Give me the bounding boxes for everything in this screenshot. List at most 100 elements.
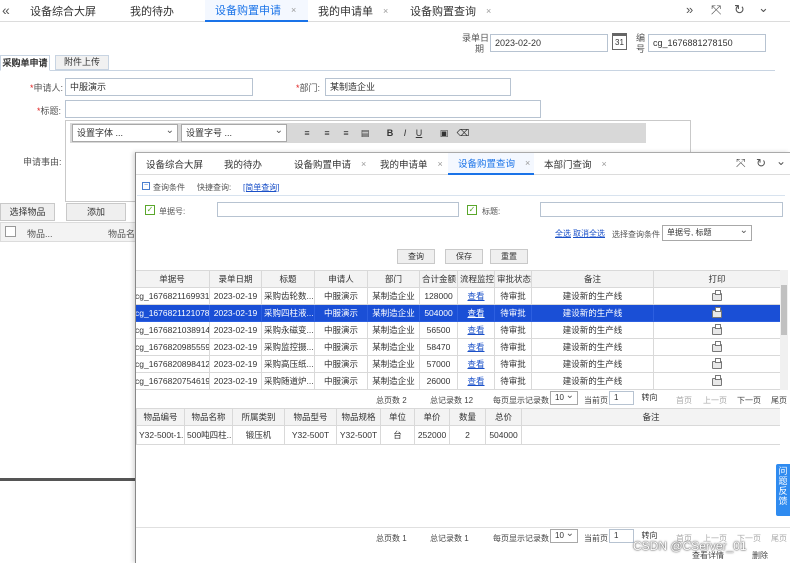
front-tab-my-applications[interactable]: 我的申请单 ×	[370, 153, 448, 175]
back-tab-purchase-apply[interactable]: 设备购置申请 ×	[205, 0, 308, 22]
pager1-prev[interactable]: 上一页	[703, 395, 727, 406]
table-row[interactable]: cg_1676821121078 2023-02-19 采购四柱液... 中服演示 某制…	[136, 304, 780, 322]
expand-icon[interactable]: ⤧	[736, 156, 746, 171]
table-cell[interactable]: 查看	[457, 355, 495, 373]
back-tab-todo[interactable]: 我的待办	[120, 0, 205, 22]
pager2-last[interactable]: 尾页	[771, 533, 787, 544]
deselect-all-link[interactable]: 取消全选	[573, 228, 605, 239]
printer-icon[interactable]	[712, 374, 722, 386]
reset-button[interactable]: 重置	[490, 249, 528, 264]
select-all-link[interactable]: 全选	[555, 228, 571, 239]
print-cell[interactable]	[653, 321, 780, 339]
underline-icon[interactable]: U	[412, 125, 426, 141]
calendar-icon[interactable]: 31	[612, 33, 627, 50]
front-tab-dept-query[interactable]: 本部门查询 ×	[534, 153, 610, 175]
table-cell[interactable]: 查看	[457, 338, 495, 356]
back-tab-purchase-query[interactable]: 设备购置查询 ×	[400, 0, 508, 22]
title-query-input[interactable]	[540, 202, 783, 217]
close-icon[interactable]: ×	[525, 158, 530, 168]
view-flow-link[interactable]: 查看	[467, 342, 484, 352]
close-icon[interactable]: ×	[291, 5, 296, 15]
order-no-input[interactable]	[217, 202, 459, 217]
close-icon[interactable]: ×	[602, 159, 607, 169]
justify-icon[interactable]: ▤	[358, 125, 372, 141]
items-checkbox[interactable]	[5, 226, 16, 237]
view-flow-link[interactable]: 查看	[467, 325, 484, 335]
table-row[interactable]: cg_1676821169931 2023-02-19 采购齿轮数... 中服演示 某制…	[136, 287, 780, 305]
front-tab-dashboard[interactable]: 设备综合大屏	[136, 153, 214, 175]
front-tab-purchase-apply[interactable]: 设备购置申请 ×	[284, 153, 370, 175]
pager1-goto-button[interactable]: 转向	[640, 392, 659, 405]
close-icon[interactable]: ×	[486, 6, 491, 16]
print-cell[interactable]	[653, 304, 780, 322]
front-tab-todo[interactable]: 我的待办	[214, 153, 284, 175]
applicant-input[interactable]: 中服演示	[65, 78, 253, 96]
nav-right-icon[interactable]: »	[686, 2, 693, 17]
pager1-last[interactable]: 尾页	[771, 395, 787, 406]
bold-icon[interactable]: B	[383, 125, 397, 141]
table-cell[interactable]: 查看	[457, 304, 495, 322]
table-row[interactable]: cg_1676821038914 2023-02-19 采购永磁变... 中服演示 某制…	[136, 321, 780, 339]
print-cell[interactable]	[653, 287, 780, 305]
pager1-per-page-select[interactable]: 10	[550, 390, 578, 405]
results-scroll-thumb[interactable]	[781, 285, 787, 335]
subtab-attachments[interactable]: 附件上传	[55, 55, 109, 70]
printer-icon[interactable]	[712, 306, 722, 318]
back-tab-my-applications[interactable]: 我的申请单 ×	[308, 0, 400, 22]
print-cell[interactable]	[653, 355, 780, 373]
back-tab-dashboard[interactable]: 设备综合大屏	[20, 0, 120, 22]
printer-icon[interactable]	[712, 289, 722, 301]
detail-row[interactable]: Y32-500t-1... 500吨四柱... 锻压机 Y32-500T Y32…	[136, 425, 780, 445]
table-row[interactable]: cg_1676820898412 2023-02-19 采购高压纸... 中服演示 某制…	[136, 355, 780, 373]
order-no-checkbox[interactable]: ✓	[145, 205, 155, 215]
align-left-icon[interactable]: ≡	[300, 125, 314, 141]
table-cell[interactable]: 查看	[457, 372, 495, 390]
front-tab-purchase-query[interactable]: 设备购置查询 ×	[448, 153, 534, 175]
table-cell[interactable]: 查看	[457, 287, 495, 305]
query-button[interactable]: 查询	[397, 249, 435, 264]
pager1-first[interactable]: 首页	[676, 395, 692, 406]
code-input[interactable]: cg_1676881278150	[648, 34, 766, 52]
view-flow-link[interactable]: 查看	[467, 308, 484, 318]
expand-icon[interactable]: ⤧	[711, 2, 721, 18]
font-size-select[interactable]: 设置字号 ...	[181, 123, 287, 142]
choose-conditions-select[interactable]: 单据号, 标题	[662, 224, 752, 241]
clear-format-icon[interactable]: ⌫	[456, 125, 470, 141]
font-family-select[interactable]: 设置字体 ...	[72, 123, 178, 142]
simple-query-link[interactable]: [简单查询]	[243, 182, 279, 193]
close-icon[interactable]: ×	[438, 159, 443, 169]
nav-left-icon[interactable]: «	[2, 2, 10, 18]
close-icon[interactable]: ×	[383, 6, 388, 16]
collapse-icon[interactable]: −	[142, 182, 150, 190]
pager2-per-page-select[interactable]: 10	[550, 528, 578, 543]
printer-icon[interactable]	[712, 357, 722, 369]
align-center-icon[interactable]: ≡	[320, 125, 334, 141]
title-checkbox[interactable]: ✓	[467, 205, 477, 215]
delete-button[interactable]: 删除	[752, 550, 768, 561]
view-flow-link[interactable]: 查看	[467, 359, 484, 369]
refresh-icon[interactable]: ↻	[756, 156, 766, 170]
view-flow-link[interactable]: 查看	[467, 376, 484, 386]
date-input[interactable]: 2023-02-20	[490, 34, 608, 52]
add-item-button[interactable]: 添加	[66, 203, 126, 221]
pager1-current-input[interactable]: 1	[609, 391, 634, 405]
chevron-down-icon[interactable]: ⌄	[776, 154, 786, 168]
printer-icon[interactable]	[712, 340, 722, 352]
pager1-next[interactable]: 下一页	[737, 395, 761, 406]
title-input[interactable]	[65, 100, 541, 118]
table-row[interactable]: cg_1676820985559 2023-02-19 采购监控摄... 中服演示 某制…	[136, 338, 780, 356]
italic-icon[interactable]: I	[398, 125, 412, 141]
view-flow-link[interactable]: 查看	[467, 291, 484, 301]
feedback-tab[interactable]: 问题反馈	[776, 464, 790, 516]
color-icon[interactable]: ▣	[437, 125, 451, 141]
print-cell[interactable]	[653, 372, 780, 390]
pager2-current-input[interactable]: 1	[609, 529, 634, 543]
refresh-icon[interactable]: ↻	[734, 2, 745, 18]
close-icon[interactable]: ×	[361, 159, 366, 169]
chevron-down-icon[interactable]: ⌄	[758, 0, 769, 16]
table-cell[interactable]: 查看	[457, 321, 495, 339]
subtab-apply[interactable]: 采购单申请	[0, 55, 50, 71]
print-cell[interactable]	[653, 338, 780, 356]
printer-icon[interactable]	[712, 323, 722, 335]
table-row[interactable]: cg_1676820754619 2023-02-19 采购随道炉... 中服演示 某制…	[136, 372, 780, 390]
